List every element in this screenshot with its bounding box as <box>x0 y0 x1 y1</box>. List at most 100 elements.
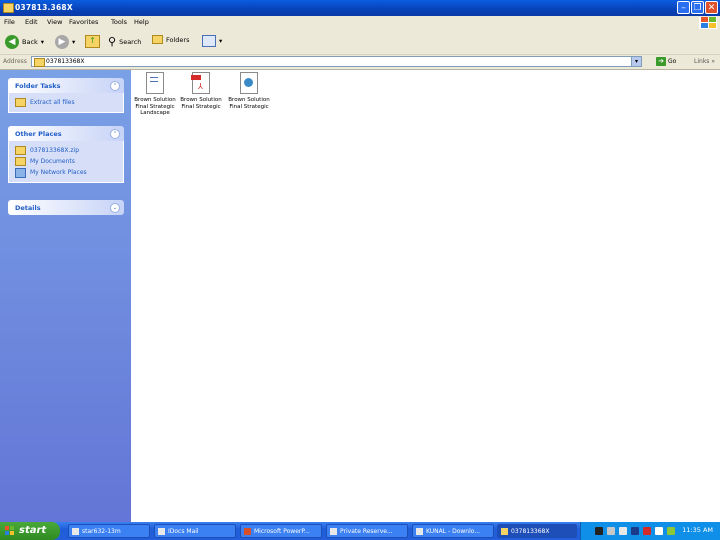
taskbar-item-active[interactable]: 037813368X <box>497 524 577 538</box>
collapse-icon[interactable]: ⌃ <box>110 81 120 91</box>
views-icon <box>202 35 216 47</box>
taskbar-item-label: 037813368X <box>511 528 550 535</box>
tray-icon[interactable] <box>667 527 675 535</box>
other-places-title: Other Places <box>15 130 62 138</box>
back-button[interactable]: ◀ Back ▾ <box>5 35 44 49</box>
windows-logo-icon <box>699 17 717 29</box>
address-field[interactable]: 037813368X ▾ <box>31 56 642 67</box>
back-label: Back <box>22 38 38 46</box>
file-item[interactable]: ⅄ Brown Solution Final Strategic <box>177 72 225 110</box>
taskbar-item-label: KUNAL - Downlo... <box>426 528 481 535</box>
links-label: Links <box>694 58 710 65</box>
tray-icon[interactable] <box>619 527 627 535</box>
folder-icon <box>3 3 14 13</box>
tray-icon[interactable] <box>631 527 639 535</box>
taskbar-item[interactable]: KUNAL - Downlo... <box>412 524 494 538</box>
views-button[interactable]: ▾ <box>202 35 222 47</box>
address-value: 037813368X <box>46 58 85 65</box>
folder-icon <box>34 58 45 67</box>
close-button[interactable]: ✕ <box>705 1 718 14</box>
place-my-documents[interactable]: My Documents <box>15 156 117 167</box>
file-item[interactable]: Brown Solution Final Strategic Landscape <box>131 72 179 117</box>
taskbar-item-label: Private Reserve... <box>340 528 393 535</box>
taskbar-item[interactable]: Private Reserve... <box>326 524 408 538</box>
file-name: Brown Solution Final Strategic <box>228 97 270 110</box>
app-icon <box>416 528 423 535</box>
taskbar-item-label: star632-13m <box>82 528 121 535</box>
links-button[interactable]: Links » <box>694 58 715 65</box>
menu-view[interactable]: View <box>47 18 62 26</box>
task-label: Extract all files <box>30 99 75 106</box>
folders-label: Folders <box>166 35 190 44</box>
search-label: Search <box>119 37 142 46</box>
forward-arrow-icon: ▶ <box>55 35 69 49</box>
folder-tasks-panel: Folder Tasks ⌃ Extract all files <box>8 78 124 113</box>
forward-button[interactable]: ▶ ▾ <box>55 35 75 49</box>
menu-favorites[interactable]: Favorites <box>69 18 98 26</box>
zip-folder-icon <box>15 146 26 155</box>
web-page-icon <box>240 72 258 94</box>
clock: 11:35 AM <box>682 526 713 534</box>
taskbar: start star632-13m IDocs Mail Microsoft P… <box>0 522 720 540</box>
details-header[interactable]: Details ⌄ <box>8 200 124 215</box>
menu-tools[interactable]: Tools <box>111 18 127 26</box>
place-label: 037813368X.zip <box>30 147 79 154</box>
up-folder-icon: ↑ <box>85 35 100 48</box>
tray-icon[interactable] <box>595 527 603 535</box>
task-extract-all[interactable]: Extract all files <box>15 97 117 108</box>
folders-button[interactable]: Folders <box>152 35 189 44</box>
menu-help[interactable]: Help <box>134 18 149 26</box>
address-bar: Address 037813368X ▾ ➔ Go Links » <box>0 55 720 70</box>
folder-tasks-title: Folder Tasks <box>15 82 61 90</box>
other-places-header[interactable]: Other Places ⌃ <box>8 126 124 141</box>
folder-tasks-header[interactable]: Folder Tasks ⌃ <box>8 78 124 93</box>
minimize-button[interactable]: – <box>677 1 690 14</box>
menu-edit[interactable]: Edit <box>25 18 38 26</box>
app-icon <box>158 528 165 535</box>
other-places-panel: Other Places ⌃ 037813368X.zip My Documen… <box>8 126 124 183</box>
toolbar: ◀ Back ▾ ▶ ▾ ↑ ⚲ Search Folders ▾ <box>0 30 720 55</box>
pdf-icon: ⅄ <box>191 72 210 94</box>
start-button[interactable]: start <box>0 522 60 540</box>
menu-file[interactable]: File <box>4 18 15 26</box>
place-zip[interactable]: 037813368X.zip <box>15 145 117 156</box>
chevron-down-icon: ▾ <box>219 37 223 45</box>
title-bar: 037813.368X – ❐ ✕ <box>0 0 720 16</box>
zip-folder-icon <box>15 98 26 107</box>
volume-icon[interactable] <box>655 527 663 535</box>
taskbar-item-label: IDocs Mail <box>168 528 199 535</box>
task-pane: Folder Tasks ⌃ Extract all files Other P… <box>0 70 131 522</box>
tray-icon[interactable] <box>643 527 651 535</box>
start-label: start <box>19 525 47 536</box>
chevron-down-icon: ▾ <box>40 38 45 46</box>
taskbar-item[interactable]: star632-13m <box>68 524 150 538</box>
details-panel: Details ⌄ <box>8 200 124 215</box>
network-icon <box>15 167 26 178</box>
search-icon: ⚲ <box>108 35 117 48</box>
windows-logo-icon <box>5 526 15 536</box>
system-tray: 11:35 AM <box>580 522 720 540</box>
place-label: My Documents <box>30 158 75 165</box>
details-title: Details <box>15 204 41 212</box>
window-title: 037813.368X <box>15 3 73 12</box>
taskbar-item[interactable]: IDocs Mail <box>154 524 236 538</box>
back-arrow-icon: ◀ <box>5 35 19 49</box>
expand-icon[interactable]: ⌄ <box>110 203 120 213</box>
collapse-icon[interactable]: ⌃ <box>110 129 120 139</box>
taskbar-item[interactable]: Microsoft PowerP... <box>240 524 322 538</box>
file-name: Brown Solution Final Strategic <box>180 97 222 110</box>
taskbar-item-label: Microsoft PowerP... <box>254 528 310 535</box>
search-button[interactable]: ⚲ Search <box>108 35 141 48</box>
file-item[interactable]: Brown Solution Final Strategic <box>225 72 273 110</box>
place-my-network[interactable]: My Network Places <box>15 167 117 178</box>
menu-bar: File Edit View Favorites Tools Help <box>0 16 720 31</box>
up-folder-button[interactable]: ↑ <box>85 35 100 48</box>
chevron-down-icon[interactable]: ▾ <box>631 57 641 66</box>
folder-icon <box>15 157 26 166</box>
place-label: My Network Places <box>30 169 87 176</box>
powerpoint-icon <box>244 528 251 535</box>
go-button[interactable]: ➔ Go <box>656 57 676 66</box>
tray-icon[interactable] <box>607 527 615 535</box>
file-list: Brown Solution Final Strategic Landscape… <box>131 70 720 522</box>
maximize-button[interactable]: ❐ <box>691 1 704 14</box>
